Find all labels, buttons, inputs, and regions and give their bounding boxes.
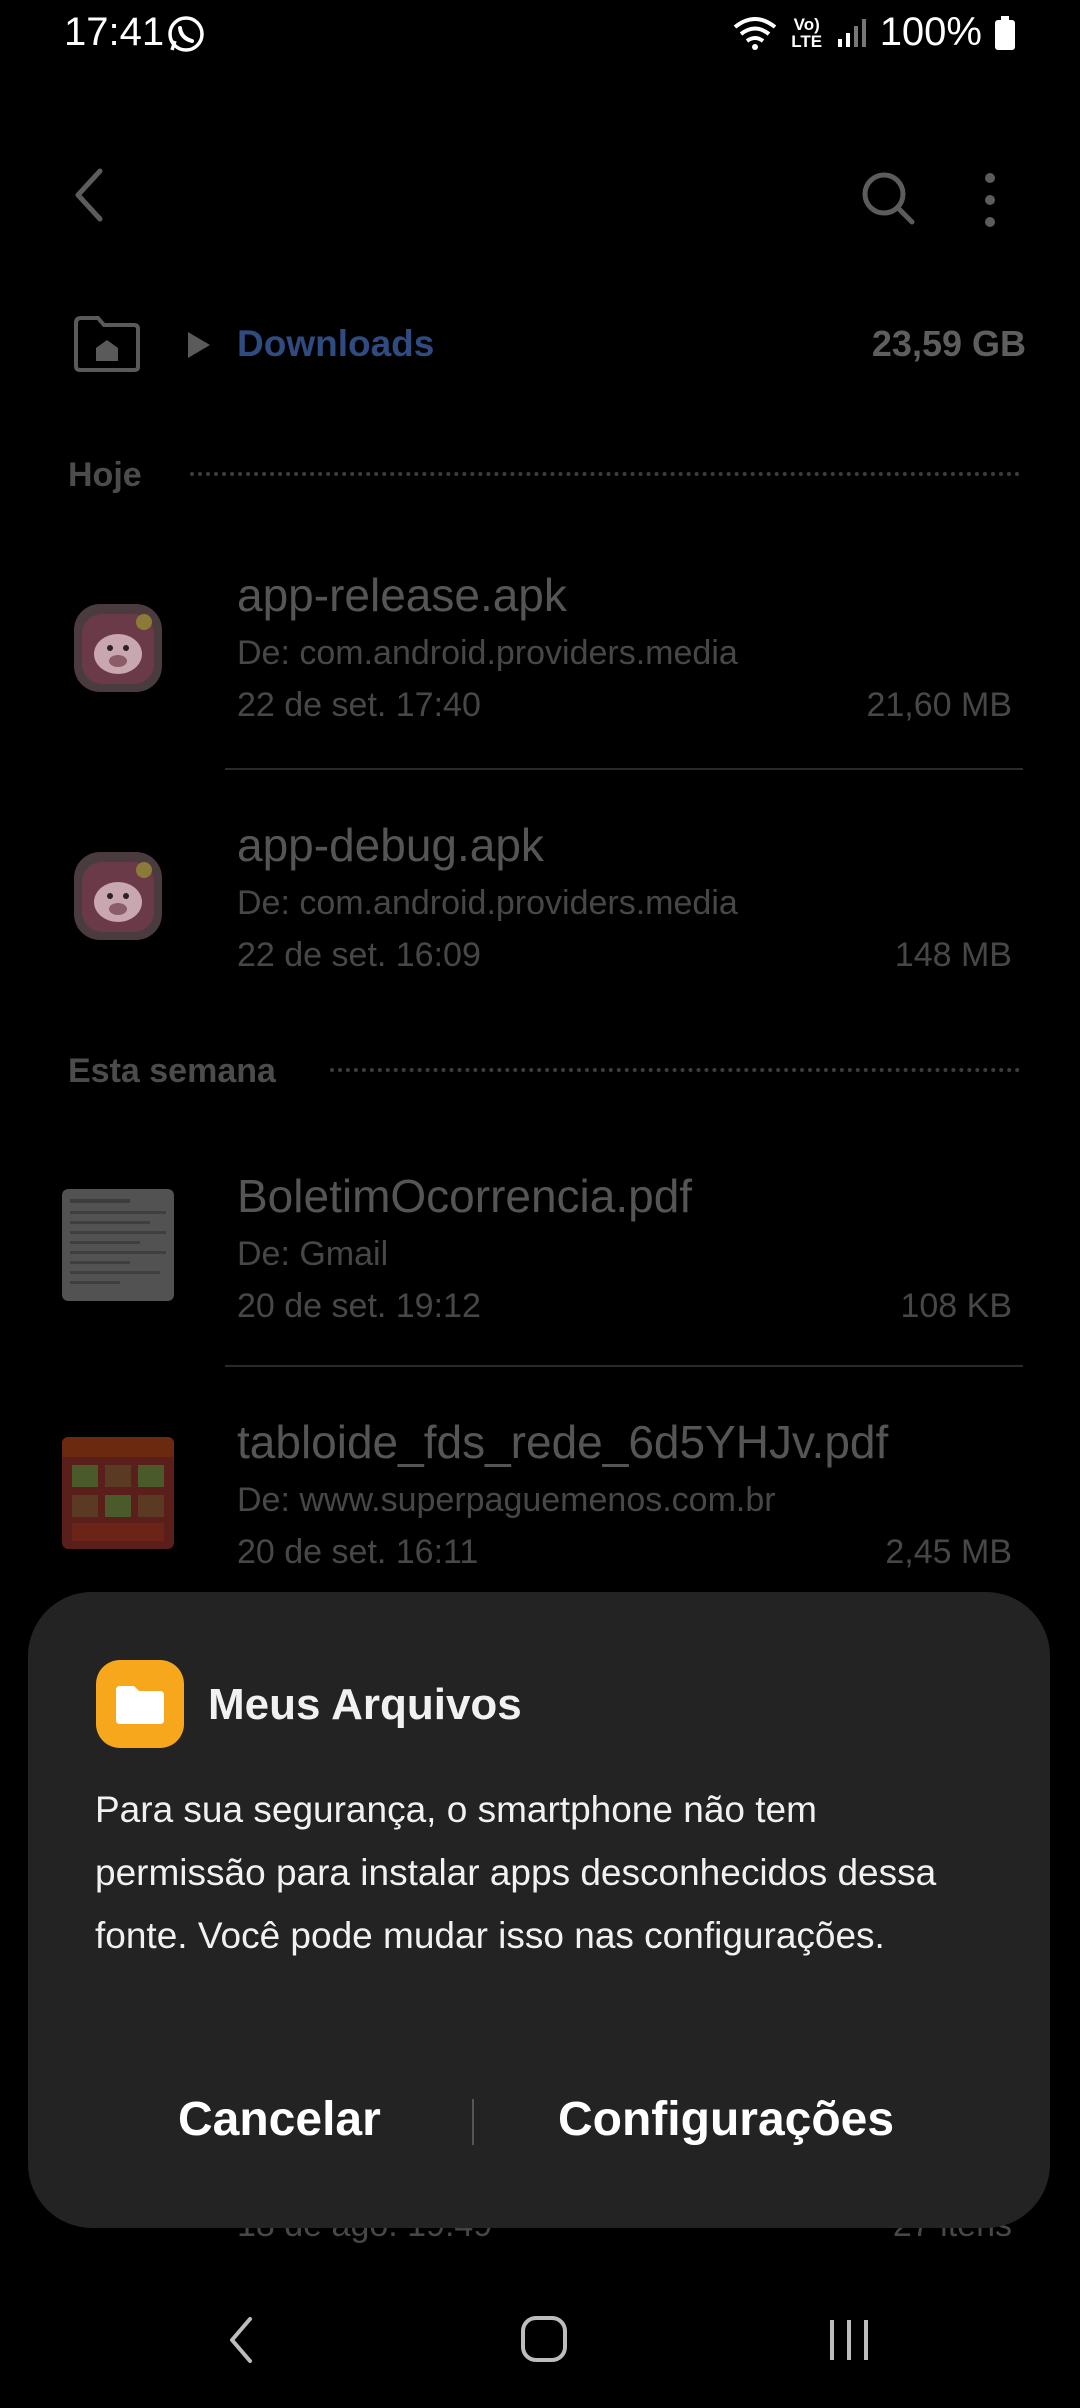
section-divider <box>190 472 1020 476</box>
file-size: 2,45 MB <box>885 1533 1012 1571</box>
list-item[interactable]: app-release.apk De: com.android.provider… <box>0 540 1080 768</box>
nav-back-icon[interactable] <box>226 2315 256 2365</box>
file-date: 22 de set. 16:09 <box>237 936 481 974</box>
section-divider <box>330 1068 1020 1072</box>
search-icon[interactable] <box>860 170 916 226</box>
file-source: De: com.android.providers.media <box>237 634 738 672</box>
pdf-thumbnail <box>62 1437 174 1549</box>
apk-app-icon <box>74 852 162 945</box>
whatsapp-icon <box>168 16 204 52</box>
file-name: BoletimOcorrencia.pdf <box>237 1170 693 1222</box>
cancel-button[interactable]: Cancelar <box>178 2092 381 2147</box>
list-divider <box>225 1365 1023 1367</box>
button-divider <box>472 2099 474 2145</box>
dialog-message: Para sua segurança, o smartphone não tem… <box>95 1789 937 1956</box>
file-name: app-debug.apk <box>237 819 544 871</box>
file-date: 22 de set. 17:40 <box>237 686 481 724</box>
settings-button[interactable]: Configurações <box>558 2092 894 2147</box>
network-type: Vo) LTE <box>791 14 823 51</box>
battery-percent: 100% <box>879 10 982 54</box>
file-size: 148 MB <box>894 936 1012 974</box>
status-time: 17:41 <box>64 10 165 54</box>
section-header-today: Hoje <box>68 456 142 494</box>
status-bar: 17:41 Vo) LTE 100% <box>0 0 1080 70</box>
file-date: 20 de set. 16:11 <box>237 1533 479 1571</box>
file-source: De: Gmail <box>237 1235 389 1273</box>
signal-icon <box>837 18 866 47</box>
battery-icon <box>995 15 1015 50</box>
list-item[interactable]: app-debug.apk De: com.android.providers.… <box>0 788 1080 1016</box>
storage-size: 23,59 GB <box>871 323 1026 364</box>
install-blocked-dialog: Meus Arquivos Para sua segurança, o smar… <box>28 1592 1050 2228</box>
apk-app-icon <box>74 604 162 697</box>
file-source: De: com.android.providers.media <box>237 884 738 922</box>
list-divider <box>225 768 1023 770</box>
home-folder-icon[interactable] <box>72 315 142 373</box>
breadcrumb-arrow-icon <box>188 332 210 358</box>
back-icon[interactable] <box>70 165 110 225</box>
list-item[interactable]: tabloide_fds_rede_6d5YHJv.pdf De: www.su… <box>0 1385 1080 1585</box>
pdf-thumbnail <box>62 1189 174 1301</box>
list-item[interactable]: BoletimOcorrencia.pdf De: Gmail 20 de se… <box>0 1135 1080 1363</box>
nav-home-icon[interactable] <box>520 2315 568 2363</box>
my-files-app-icon <box>96 1660 184 1748</box>
status-icons: Vo) LTE 100% <box>732 10 1016 55</box>
folder-icon <box>116 1686 164 1724</box>
nav-recents-icon[interactable] <box>826 2317 872 2363</box>
file-date: 20 de set. 19:12 <box>237 1287 481 1325</box>
file-name: app-release.apk <box>237 569 567 621</box>
breadcrumb-downloads[interactable]: Downloads <box>237 323 434 365</box>
section-header-this-week: Esta semana <box>68 1052 276 1090</box>
wifi-icon <box>733 16 776 50</box>
file-source: De: www.superpaguemenos.com.br <box>237 1481 776 1519</box>
file-name: tabloide_fds_rede_6d5YHJv.pdf <box>237 1416 889 1468</box>
file-size: 108 KB <box>900 1287 1012 1325</box>
navigation-bar <box>0 2265 1080 2408</box>
more-options-icon[interactable] <box>980 172 1000 228</box>
dialog-title: Meus Arquivos <box>208 1680 522 1729</box>
file-size: 21,60 MB <box>866 686 1012 724</box>
